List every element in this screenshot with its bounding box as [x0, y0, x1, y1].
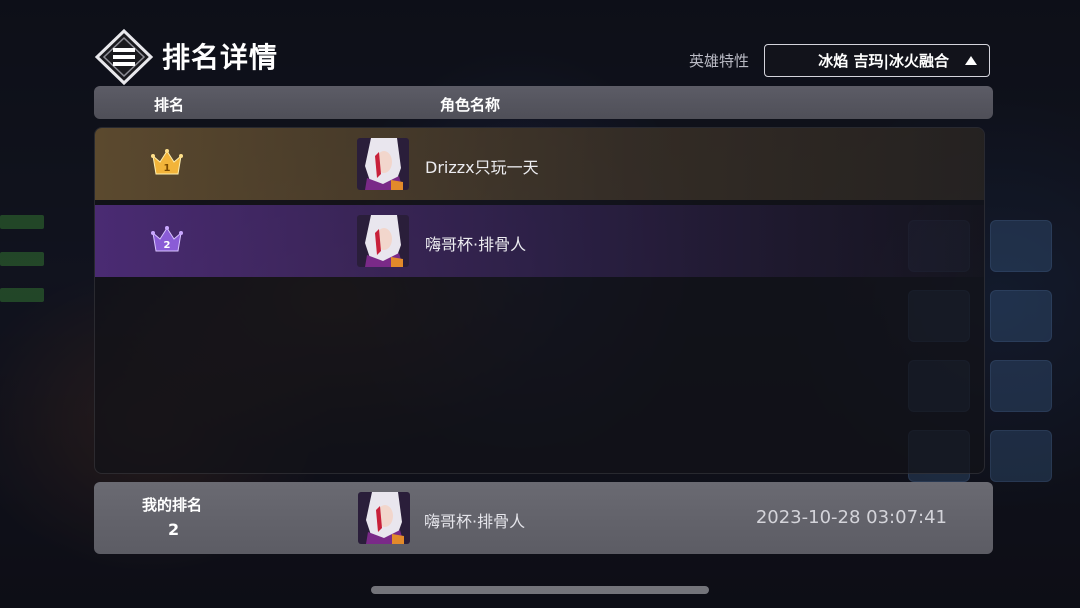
my-rank-timestamp: 2023-10-28 03:07:41 — [755, 507, 947, 528]
hero-trait-selected: 冰焰 吉玛|冰火融合 — [818, 52, 949, 70]
hero-trait-dropdown[interactable]: 冰焰 吉玛|冰火融合 — [764, 44, 990, 77]
my-rank-value: 2 — [168, 520, 180, 539]
table-header: 排名 角色名称 — [94, 86, 993, 119]
home-indicator[interactable] — [371, 586, 709, 594]
rank-emblem-icon — [94, 28, 154, 86]
purple-crown-icon: 2 — [151, 226, 183, 252]
my-rank-bar: 我的排名 2 嗨哥杯·排骨人 2023-10-28 03:07:41 — [94, 482, 993, 554]
player-avatar — [358, 492, 410, 544]
triangle-up-icon — [965, 56, 977, 65]
page-title: 排名详情 — [162, 41, 279, 74]
player-name: 嗨哥杯·排骨人 — [425, 235, 527, 254]
hero-trait-label: 英雄特性 — [689, 52, 750, 70]
my-rank-label: 我的排名 — [142, 496, 203, 514]
background-ui — [0, 288, 44, 302]
column-header-rank: 排名 — [154, 96, 185, 114]
my-player-name: 嗨哥杯·排骨人 — [424, 512, 526, 531]
svg-text:1: 1 — [164, 163, 171, 174]
player-avatar — [357, 215, 409, 267]
gold-crown-icon: 1 — [151, 149, 183, 175]
column-header-name: 角色名称 — [440, 96, 501, 114]
ranking-list[interactable]: 1 Drizzx只玩一天 2 嗨哥杯·排骨人 — [94, 127, 985, 474]
background-ui — [0, 215, 44, 229]
player-name: Drizzx只玩一天 — [425, 158, 539, 177]
background-ui — [0, 252, 44, 266]
player-avatar — [357, 138, 409, 190]
svg-text:2: 2 — [164, 240, 171, 251]
table-row[interactable]: 1 Drizzx只玩一天 — [95, 128, 984, 200]
table-row[interactable]: 2 嗨哥杯·排骨人 — [95, 205, 984, 277]
